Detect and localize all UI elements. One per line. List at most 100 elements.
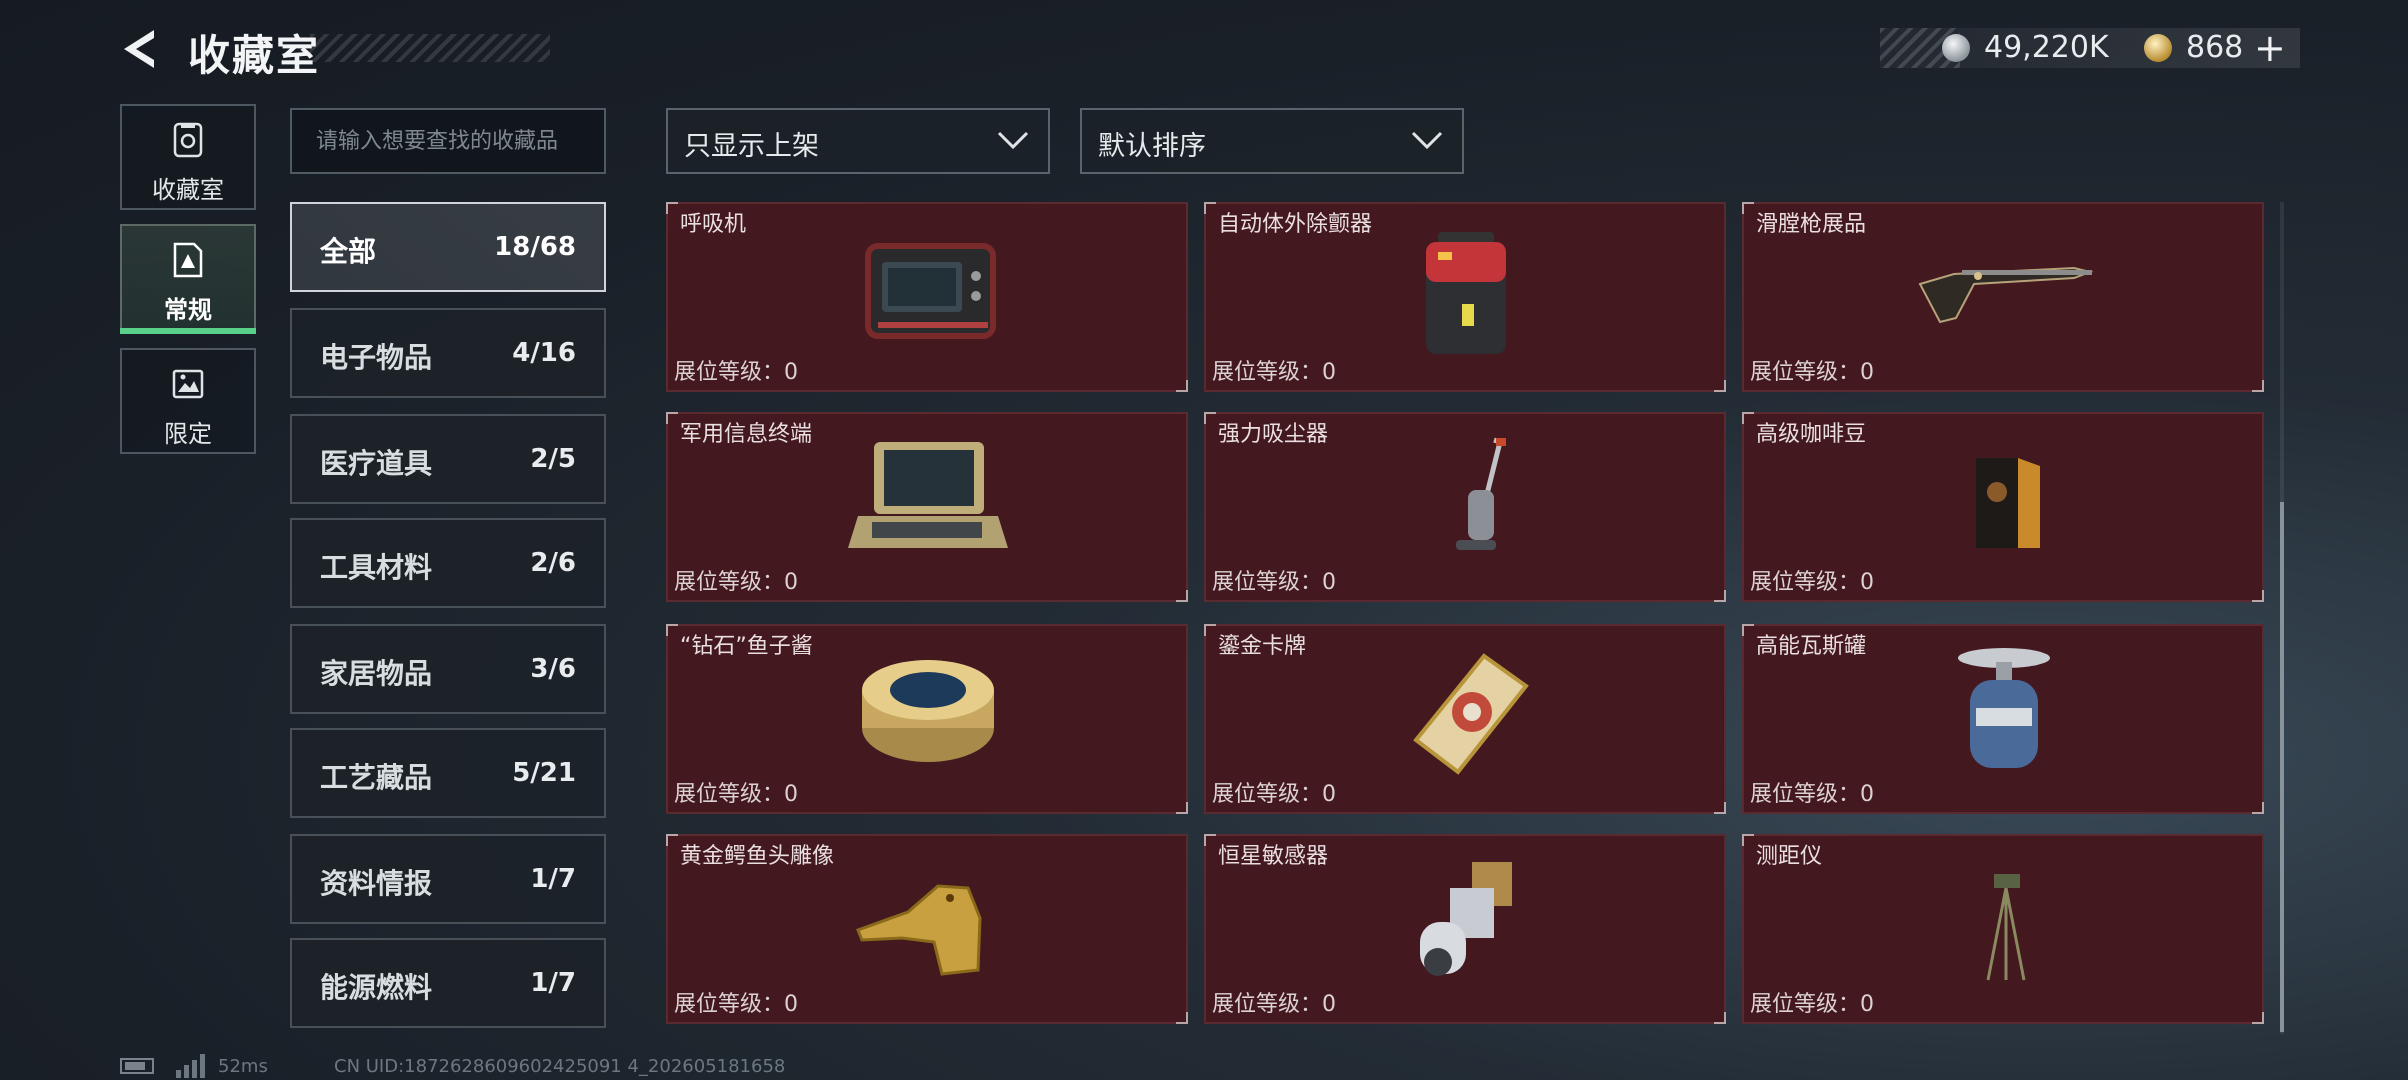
collection-card[interactable]: 滑膛枪展品 展位等级：0 <box>1742 202 2264 392</box>
level-label: 展位等级： <box>1212 782 1323 807</box>
level-value: 0 <box>1322 570 1337 595</box>
category-crafts[interactable]: 工艺藏品 5/21 <box>290 728 606 818</box>
level-value: 0 <box>1322 360 1337 385</box>
item-name: 高级咖啡豆 <box>1756 422 1867 447</box>
collection-card[interactable]: 恒星敏感器 展位等级：0 <box>1204 834 1726 1024</box>
booth-level: 展位等级：0 <box>1212 564 1336 596</box>
item-name: 强力吸尘器 <box>1218 422 1329 447</box>
currency-bar: 49,220K 868 + <box>1880 26 2300 70</box>
search-input[interactable] <box>290 108 606 174</box>
sort-value: 默认排序 <box>1098 131 1206 162</box>
user-uid: CN UID:1872628609602425091 4_20260518165… <box>334 1056 786 1077</box>
defibrillator-icon <box>1426 232 1506 354</box>
category-count: 1/7 <box>530 968 576 998</box>
collection-card[interactable]: 黄金鳄鱼头雕像 展位等级：0 <box>666 834 1188 1024</box>
level-label: 展位等级： <box>674 570 785 595</box>
item-name: 军用信息终端 <box>680 422 813 447</box>
item-name: 测距仪 <box>1756 844 1823 869</box>
item-name: 呼吸机 <box>680 212 747 237</box>
vacuum-icon <box>1456 437 1506 550</box>
category-medical[interactable]: 医疗道具 2/5 <box>290 414 606 504</box>
category-name: 医疗道具 <box>320 447 433 480</box>
rangefinder-icon <box>1986 874 2026 981</box>
collection-card[interactable]: “钻石”鱼子酱 展位等级：0 <box>666 624 1188 814</box>
booth-level: 展位等级：0 <box>674 354 798 386</box>
scroll-thumb[interactable] <box>2280 502 2284 1032</box>
category-all[interactable]: 全部 18/68 <box>290 202 606 292</box>
collection-grid: 呼吸机 展位等级：0 自动体外除颤器 展位等级：0 滑膛枪展品 展位等级：0 军… <box>666 202 2266 1034</box>
level-value: 0 <box>1860 570 1875 595</box>
display-filter-value: 只显示上架 <box>684 131 819 162</box>
collection-icon <box>173 122 203 158</box>
sort-dropdown[interactable]: 默认排序 <box>1080 108 1464 174</box>
page-title: 收藏室 <box>188 31 321 80</box>
level-label: 展位等级： <box>1750 570 1861 595</box>
category-intel[interactable]: 资料情报 1/7 <box>290 834 606 924</box>
booth-level: 展位等级：0 <box>1212 986 1336 1018</box>
level-value: 0 <box>1322 782 1337 807</box>
side-tab-label: 常规 <box>164 296 212 324</box>
category-electronics[interactable]: 电子物品 4/16 <box>290 308 606 398</box>
level-label: 展位等级： <box>1750 992 1861 1017</box>
star-sensor-icon <box>1420 862 1512 976</box>
category-energy[interactable]: 能源燃料 1/7 <box>290 938 606 1028</box>
collection-card[interactable]: 高级咖啡豆 展位等级：0 <box>1742 412 2264 602</box>
category-tools[interactable]: 工具材料 2/6 <box>290 518 606 608</box>
ventilator-icon <box>865 243 996 339</box>
category-count: 18/68 <box>494 232 576 262</box>
collection-card[interactable]: 高能瓦斯罐 展位等级：0 <box>1742 624 2264 814</box>
gilded-card-icon <box>1413 653 1529 775</box>
item-name: 黄金鳄鱼头雕像 <box>680 844 835 869</box>
level-label: 展位等级： <box>674 360 785 385</box>
crocodile-statue-icon <box>856 884 982 976</box>
booth-level: 展位等级：0 <box>674 564 798 596</box>
collection-card[interactable]: 鎏金卡牌 展位等级：0 <box>1204 624 1726 814</box>
collection-card[interactable]: 测距仪 展位等级：0 <box>1742 834 2264 1024</box>
gold-currency-amount: 868 <box>2186 30 2244 65</box>
booth-level: 展位等级：0 <box>1750 564 1874 596</box>
status-bar: 52ms CN UID:1872628609602425091 4_202605… <box>120 1054 1020 1080</box>
side-tab-regular[interactable]: 常规 <box>120 224 256 334</box>
category-count: 3/6 <box>530 654 576 684</box>
coffee-bag-icon <box>1976 458 2040 548</box>
level-value: 0 <box>1322 992 1337 1017</box>
collection-card[interactable]: 呼吸机 展位等级：0 <box>666 202 1188 392</box>
level-value: 0 <box>784 992 799 1017</box>
booth-level: 展位等级：0 <box>1212 776 1336 808</box>
item-name: 自动体外除颤器 <box>1218 212 1373 237</box>
military-terminal-icon <box>848 442 1008 548</box>
level-value: 0 <box>784 570 799 595</box>
category-name: 能源燃料 <box>320 971 433 1004</box>
level-label: 展位等级： <box>674 992 785 1017</box>
collection-card[interactable]: 强力吸尘器 展位等级：0 <box>1204 412 1726 602</box>
category-name: 资料情报 <box>320 867 433 900</box>
level-value: 0 <box>784 782 799 807</box>
collection-card[interactable]: 自动体外除颤器 展位等级：0 <box>1204 202 1726 392</box>
regular-icon <box>173 242 203 278</box>
item-name: 鎏金卡牌 <box>1218 634 1307 659</box>
level-label: 展位等级： <box>1212 570 1323 595</box>
booth-level: 展位等级：0 <box>1212 354 1336 386</box>
level-value: 0 <box>1860 992 1875 1017</box>
gold-coin-icon <box>2144 34 2172 62</box>
grid-scrollbar[interactable] <box>2280 202 2284 1034</box>
display-filter-dropdown[interactable]: 只显示上架 <box>666 108 1050 174</box>
category-household[interactable]: 家居物品 3/6 <box>290 624 606 714</box>
chevron-down-icon <box>1411 131 1443 150</box>
category-name: 家居物品 <box>320 657 433 690</box>
category-name: 工具材料 <box>320 551 433 584</box>
collection-card[interactable]: 军用信息终端 展位等级：0 <box>666 412 1188 602</box>
level-label: 展位等级： <box>1750 360 1861 385</box>
category-name: 工艺藏品 <box>320 761 433 794</box>
back-arrow-icon[interactable] <box>118 26 164 72</box>
side-tab-collection[interactable]: 收藏室 <box>120 104 256 210</box>
top-bar: 收藏室 49,220K 868 + <box>0 0 2408 100</box>
add-currency-button[interactable]: + <box>2254 26 2286 70</box>
silver-coin-icon <box>1942 34 1970 62</box>
category-count: 1/7 <box>530 864 576 894</box>
side-tab-limited[interactable]: 限定 <box>120 348 256 454</box>
side-tab-label: 收藏室 <box>152 176 224 204</box>
level-value: 0 <box>784 360 799 385</box>
booth-level: 展位等级：0 <box>1750 986 1874 1018</box>
item-name: 高能瓦斯罐 <box>1756 634 1867 659</box>
